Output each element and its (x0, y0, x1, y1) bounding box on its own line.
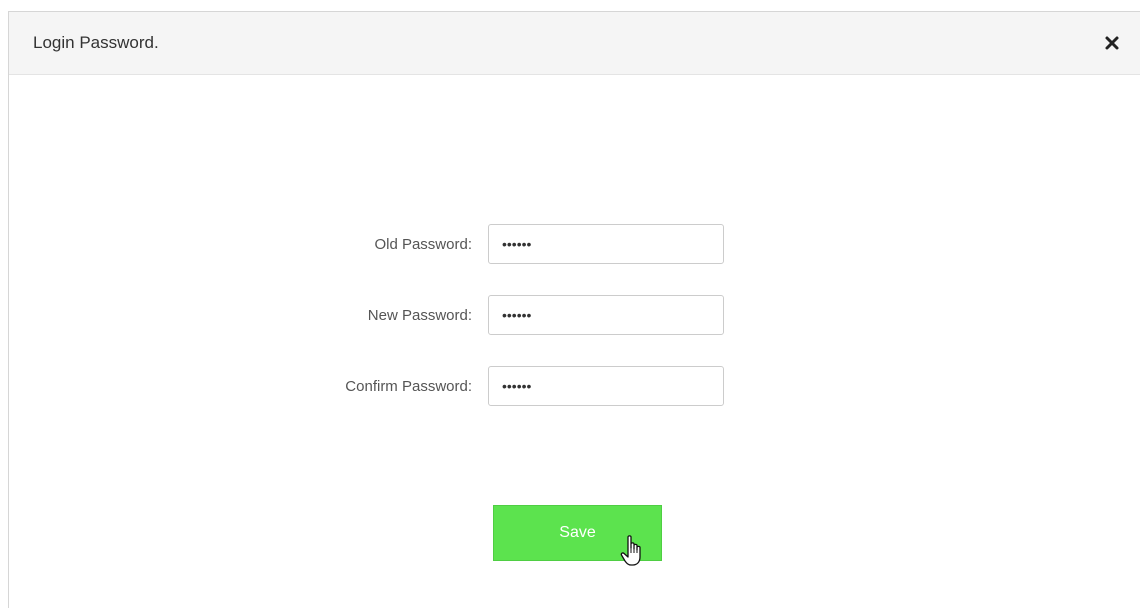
old-password-input[interactable] (488, 224, 724, 264)
save-button-label: Save (559, 524, 596, 541)
dialog-title: Login Password. (33, 33, 159, 52)
confirm-password-row: Confirm Password: (9, 366, 1140, 408)
new-password-row: New Password: (9, 295, 1140, 337)
close-icon (1105, 36, 1119, 50)
new-password-label: New Password: (367, 307, 472, 324)
new-password-input[interactable] (488, 295, 724, 335)
confirm-password-label: Confirm Password: (345, 378, 472, 395)
dialog-header: Login Password. (9, 12, 1140, 75)
old-password-row: Old Password: (9, 224, 1140, 266)
login-password-dialog: Login Password. Old Password: New Passwo… (8, 11, 1140, 608)
close-button[interactable] (1099, 30, 1125, 56)
save-button[interactable]: Save (493, 505, 662, 561)
old-password-label: Old Password: (374, 236, 472, 253)
confirm-password-input[interactable] (488, 366, 724, 406)
